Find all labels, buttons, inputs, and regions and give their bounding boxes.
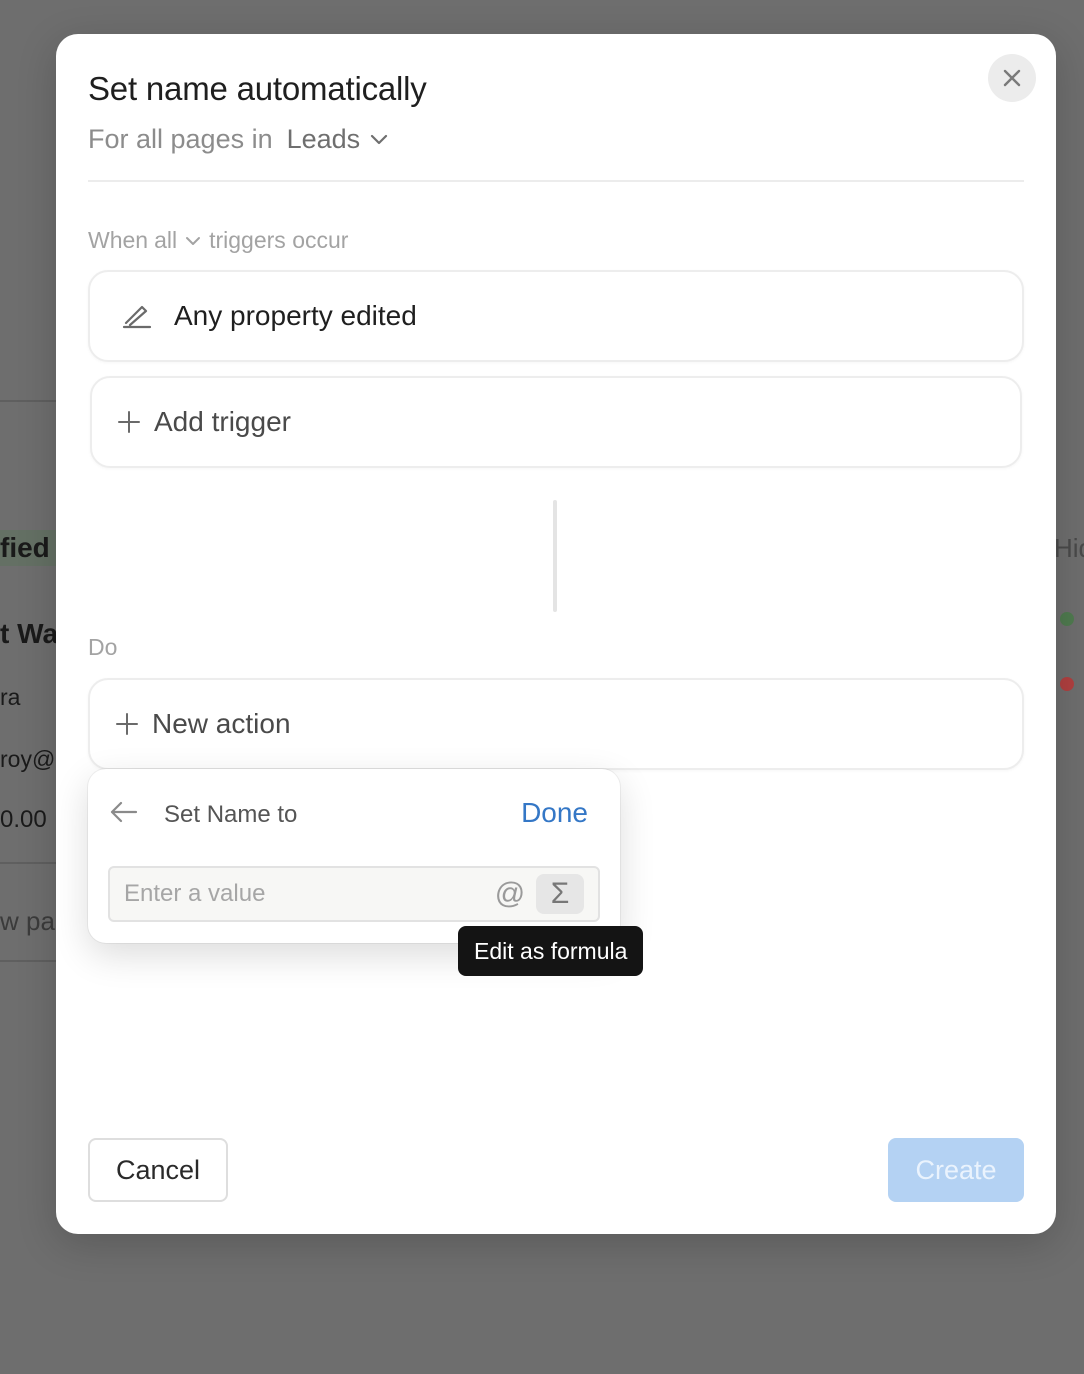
bg-fragment-amount: 0.00: [0, 806, 47, 833]
trigger-mode-selector[interactable]: all: [154, 227, 209, 254]
new-action-button[interactable]: New action: [88, 678, 1024, 770]
trigger-label: Any property edited: [174, 300, 417, 331]
cancel-button[interactable]: Cancel: [88, 1138, 228, 1202]
add-trigger-button[interactable]: Add trigger: [90, 376, 1022, 468]
new-action-label: New action: [152, 708, 291, 739]
bg-fragment-name: t Wa: [0, 618, 59, 649]
scope-prefix: For all pages in: [88, 124, 273, 154]
set-name-popover: Set Name to Done @ Σ: [88, 769, 620, 943]
bg-divider: [0, 862, 56, 864]
flow-connector: [553, 500, 557, 612]
chevron-down-icon: [177, 236, 209, 246]
bg-fragment-text: ra: [0, 684, 21, 710]
formula-button[interactable]: Σ: [536, 874, 584, 914]
database-selector[interactable]: Leads: [287, 124, 389, 155]
mention-button[interactable]: @: [492, 874, 528, 914]
close-button[interactable]: [988, 54, 1036, 102]
bg-status-dot-green: [1060, 612, 1074, 626]
bg-divider: [0, 960, 56, 962]
done-button[interactable]: Done: [521, 797, 588, 829]
automation-modal: Set name automatically For all pages in …: [56, 34, 1056, 1234]
value-input[interactable]: [110, 868, 480, 920]
value-field: @ Σ: [108, 866, 600, 922]
database-name: Leads: [286, 124, 361, 154]
do-label: Do: [88, 634, 118, 660]
formula-tooltip: Edit as formula: [458, 926, 644, 976]
trigger-mode-label: all: [154, 227, 178, 253]
bg-fragment-verified: fied: [0, 530, 56, 566]
plus-icon: [116, 713, 138, 735]
back-arrow-icon[interactable]: [110, 801, 138, 823]
plus-icon: [118, 411, 140, 433]
chevron-down-icon: [360, 134, 388, 146]
bg-status-dot-red: [1060, 677, 1074, 691]
bg-fragment-email: roy@: [0, 746, 56, 772]
bg-fragment-new-page: w pa: [0, 906, 55, 936]
trigger-card[interactable]: Any property edited: [88, 270, 1024, 362]
close-icon: [1003, 69, 1021, 87]
edit-pencil-icon: [122, 303, 152, 329]
when-prefix: When: [88, 227, 149, 253]
trigger-condition-row: When all triggers occur: [88, 227, 348, 254]
scope-row: For all pages in Leads: [88, 124, 388, 155]
bg-fragment-hidden: Hid: [1054, 533, 1084, 563]
create-button[interactable]: Create: [888, 1138, 1024, 1202]
header-divider: [88, 180, 1024, 182]
bg-divider: [0, 400, 56, 402]
modal-title: Set name automatically: [88, 70, 427, 107]
add-trigger-label: Add trigger: [154, 406, 291, 437]
when-suffix: triggers occur: [209, 227, 349, 253]
popover-title: Set Name to: [164, 801, 298, 828]
